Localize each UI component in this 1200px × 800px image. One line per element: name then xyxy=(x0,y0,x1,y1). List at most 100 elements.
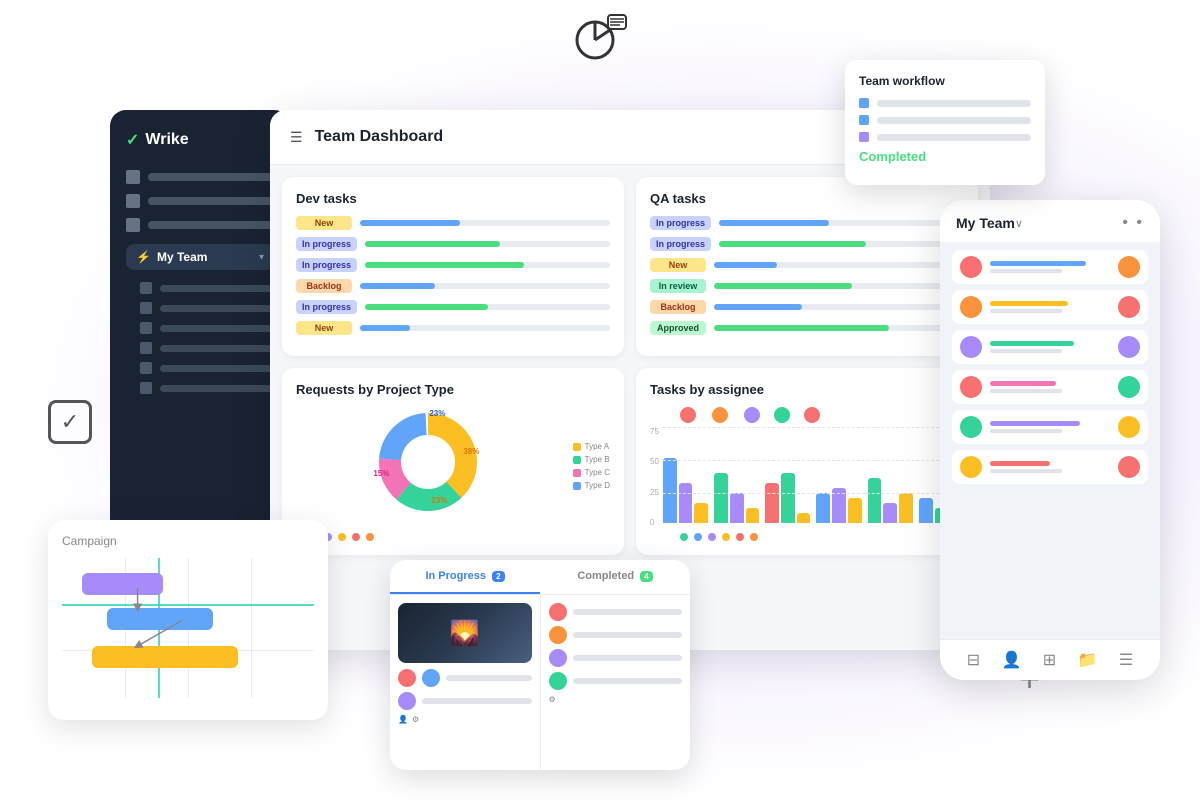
mobile-avatar xyxy=(960,376,982,398)
tab-label-in-progress: In Progress xyxy=(425,570,486,582)
bar-segment xyxy=(730,493,744,523)
mobile-dots[interactable]: • • xyxy=(1122,214,1144,232)
task-progress-bg xyxy=(365,241,610,247)
task-tag-new: New xyxy=(650,258,706,272)
sub-item-label xyxy=(160,325,274,332)
team-label: My Team xyxy=(157,250,253,264)
task-icons-row: ⚙ xyxy=(549,695,683,704)
sidebar-sub-item-1[interactable] xyxy=(140,282,274,294)
task-progress-fill xyxy=(360,325,410,331)
bar-segment xyxy=(746,508,760,523)
qa-tasks-panel: QA tasks In progress In progress New xyxy=(636,177,978,356)
task-tag-inprogress: In progress xyxy=(296,300,357,314)
my-team-button[interactable]: ⚡ My Team ▾ xyxy=(126,244,274,270)
bar-segment xyxy=(679,483,693,523)
mobile-nav-folder-icon[interactable]: 📁 xyxy=(1078,650,1098,670)
mobile-list-item[interactable] xyxy=(952,410,1148,444)
mobile-bar-primary xyxy=(990,381,1056,386)
mobile-list-item[interactable] xyxy=(952,250,1148,284)
task-avatar xyxy=(549,626,567,644)
bar-segment xyxy=(816,493,830,523)
mobile-list-item[interactable] xyxy=(952,330,1148,364)
mobile-panel: My Team ∨ • • xyxy=(940,200,1160,680)
task-progress-bg xyxy=(360,283,610,289)
y-axis-label: 0 xyxy=(650,518,659,527)
mobile-avatar xyxy=(960,256,982,278)
sidebar-sub-item-6[interactable] xyxy=(140,382,274,394)
tasks-body: 🌄 👤 ⚙ xyxy=(390,595,690,769)
mobile-team-title: My Team xyxy=(956,215,1015,231)
menu-icon[interactable]: ☰ xyxy=(290,129,303,146)
in-progress-badge: 2 xyxy=(492,571,504,582)
task-progress-fill xyxy=(714,283,852,289)
chart-icon xyxy=(570,10,630,77)
sidebar-item-folder[interactable] xyxy=(126,218,274,232)
workflow-popup-title: Team workflow xyxy=(859,74,1031,88)
dot xyxy=(338,533,346,541)
sidebar-sub-item-5[interactable] xyxy=(140,362,274,374)
bar-segment xyxy=(765,483,779,523)
gantt-bar-purple xyxy=(82,573,163,595)
task-tag-backlog: Backlog xyxy=(296,279,352,293)
mobile-bar-primary xyxy=(990,341,1074,346)
dev-tasks-panel: Dev tasks New In progress In progress xyxy=(282,177,624,356)
task-progress-bg xyxy=(714,283,964,289)
mobile-list-item[interactable] xyxy=(952,450,1148,484)
task-tag-approved: Approved xyxy=(650,321,706,335)
mobile-bar-secondary xyxy=(990,389,1062,393)
mobile-nav-people-icon[interactable]: 👤 xyxy=(1001,650,1021,670)
task-row: New xyxy=(296,216,610,230)
mobile-nav-grid-icon[interactable]: ⊞ xyxy=(1043,650,1056,670)
tab-in-progress[interactable]: In Progress 2 xyxy=(390,560,540,594)
sidebar-sub-item-4[interactable] xyxy=(140,342,274,354)
mobile-bar-secondary xyxy=(990,469,1062,473)
mobile-list-item[interactable] xyxy=(952,370,1148,404)
mobile-nav-menu-icon[interactable]: ☰ xyxy=(1119,650,1133,670)
donut-legend: Type A Type B Type C Type D xyxy=(573,442,610,490)
task-tag-inprogress: In progress xyxy=(650,216,711,230)
sub-item-label xyxy=(160,285,274,292)
sidebar-sub-item-3[interactable] xyxy=(140,322,274,334)
bar-segment xyxy=(899,493,913,523)
mobile-item-content xyxy=(990,461,1110,473)
mobile-bar-primary xyxy=(990,421,1080,426)
task-row: New xyxy=(296,321,610,335)
mobile-avatar xyxy=(960,456,982,478)
donut-label-blue: 23% xyxy=(429,409,445,418)
task-progress-fill xyxy=(360,283,435,289)
chevron-down-icon: ▾ xyxy=(259,252,264,263)
tab-completed[interactable]: Completed 4 xyxy=(540,560,690,594)
sub-icon-3 xyxy=(140,322,152,334)
sidebar-item-grid[interactable] xyxy=(126,194,274,208)
task-tag-new: New xyxy=(296,216,352,230)
task-icon-gear2: ⚙ xyxy=(549,695,556,704)
requests-chart-panel: Requests by Project Type 23% xyxy=(282,368,624,555)
task-user-row xyxy=(398,692,532,710)
mobile-avatar2 xyxy=(1118,296,1140,318)
sidebar-item-home[interactable] xyxy=(126,170,274,184)
sidebar-logo: ✓ Wrike xyxy=(126,130,274,150)
sidebar-sub-item-2[interactable] xyxy=(140,302,274,314)
task-tag-inprogress: In progress xyxy=(650,237,711,251)
task-line xyxy=(573,655,683,661)
y-axis-label: 25 xyxy=(650,488,659,497)
task-progress-fill xyxy=(714,325,889,331)
task-row: Backlog xyxy=(650,300,964,314)
requests-chart-title: Requests by Project Type xyxy=(296,382,610,397)
donut-label-pink: 15% xyxy=(373,469,389,478)
mobile-nav-list-icon[interactable]: ⊟ xyxy=(967,650,980,670)
wf-dot-purple xyxy=(859,132,869,142)
mobile-list-item[interactable] xyxy=(952,290,1148,324)
mobile-bar-primary xyxy=(990,261,1086,266)
task-user-row xyxy=(549,649,683,667)
task-progress-fill xyxy=(360,220,460,226)
workflow-item-1 xyxy=(859,98,1031,108)
tasks-in-progress-column: 🌄 👤 ⚙ xyxy=(390,595,541,769)
task-user-row xyxy=(549,603,683,621)
chart-dots-row xyxy=(296,533,610,541)
assignee-chart-title: Tasks by assignee xyxy=(650,382,964,397)
tasks-completed-column: ⚙ xyxy=(541,595,691,769)
campaign-card: Campaign xyxy=(48,520,328,720)
task-line xyxy=(446,675,532,681)
bar-chart-wrapper: 75 50 25 0 xyxy=(650,427,964,527)
